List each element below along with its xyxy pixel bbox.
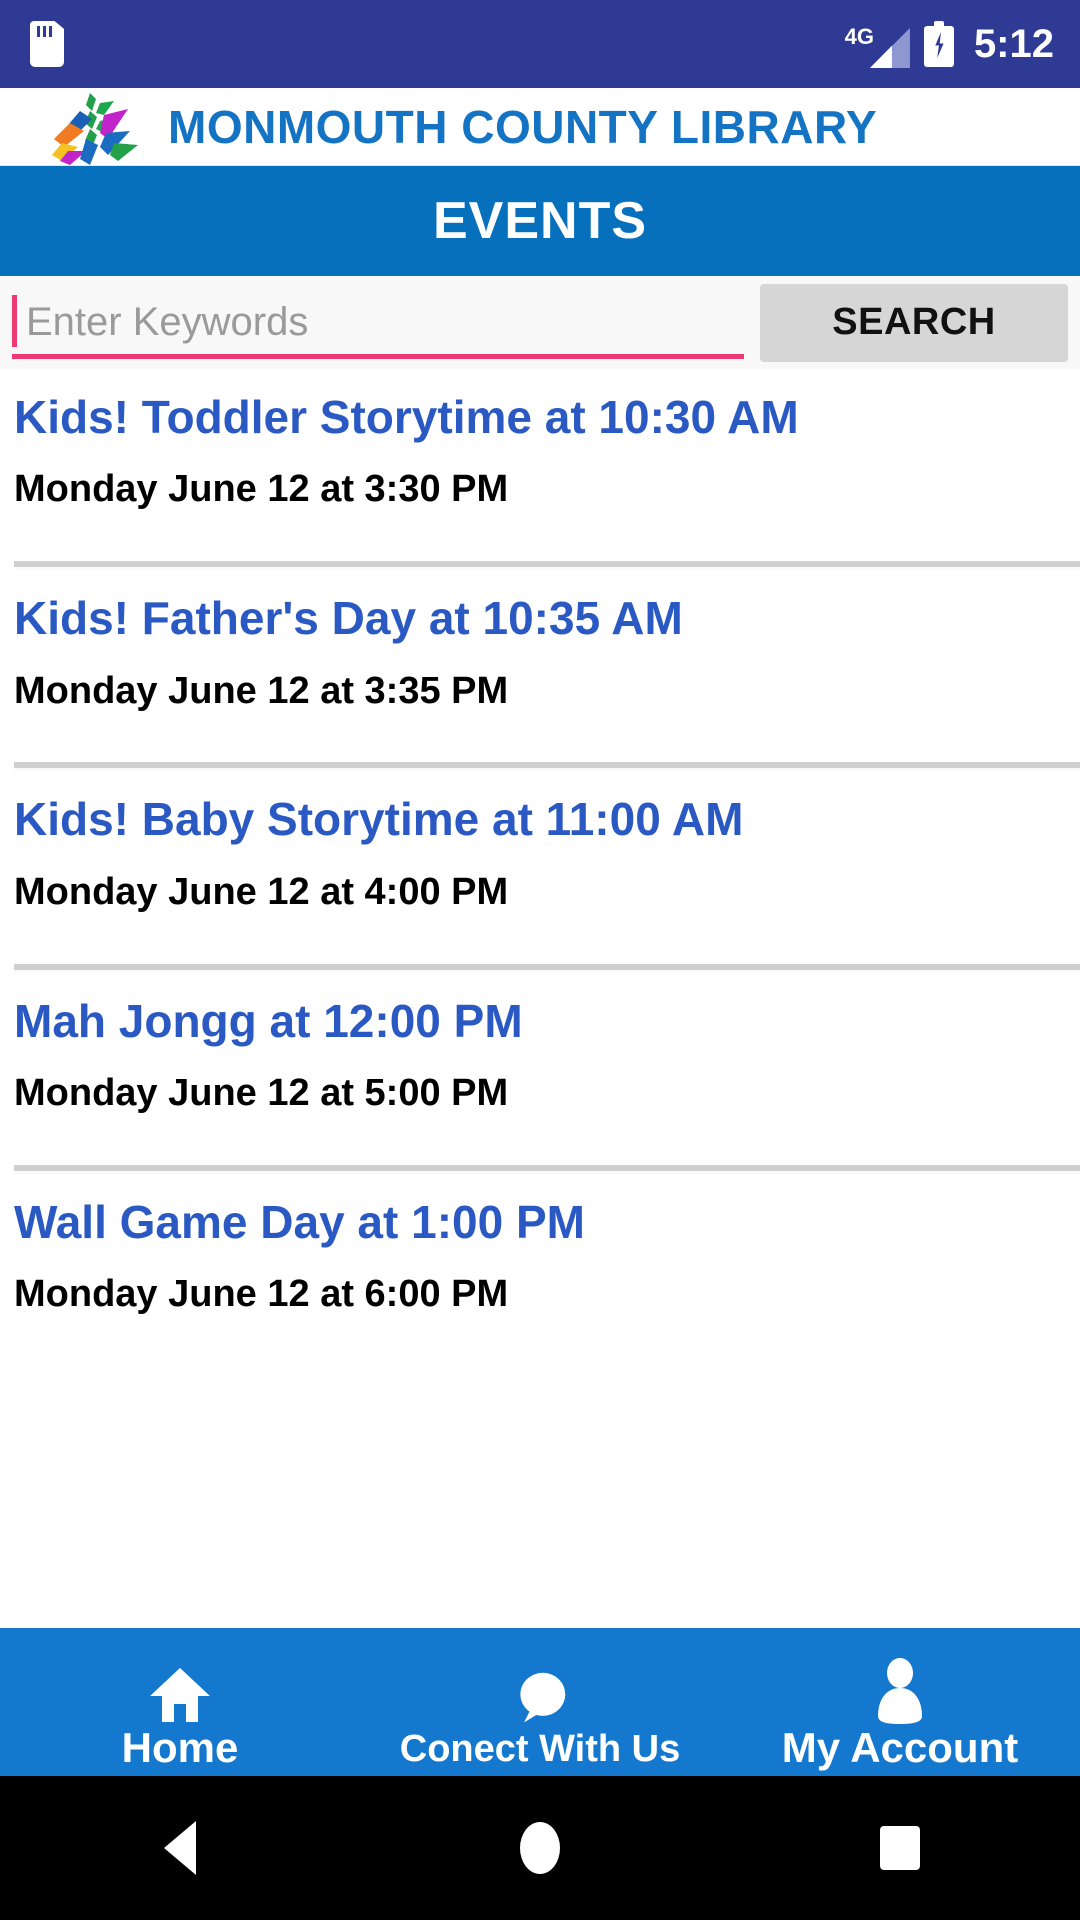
event-datetime: Monday June 12 at 5:00 PM bbox=[14, 1072, 509, 1115]
search-field-wrapper[interactable] bbox=[12, 287, 744, 359]
list-item[interactable]: Kids! Baby Storytime at 11:00 AM Monday … bbox=[0, 771, 1080, 913]
person-icon bbox=[872, 1650, 928, 1724]
event-title: Kids! Father's Day at 10:35 AM bbox=[14, 592, 683, 645]
event-datetime: Monday June 12 at 3:35 PM bbox=[14, 669, 509, 712]
list-divider bbox=[14, 561, 1080, 571]
list-item[interactable]: Kids! Toddler Storytime at 10:30 AM Mond… bbox=[0, 369, 1080, 511]
page-title: EVENTS bbox=[432, 192, 648, 250]
back-triangle-icon[interactable] bbox=[120, 1808, 240, 1888]
status-bar: 4G 5:12 bbox=[0, 0, 1080, 88]
event-title: Mah Jongg at 12:00 PM bbox=[14, 994, 523, 1047]
home-icon bbox=[148, 1650, 212, 1724]
search-input[interactable] bbox=[12, 290, 744, 355]
battery-charging-icon bbox=[923, 21, 954, 67]
search-button[interactable]: SEARCH bbox=[760, 283, 1068, 362]
event-title: Wall Game Day at 1:00 PM bbox=[14, 1195, 585, 1248]
event-datetime: Monday June 12 at 3:30 PM bbox=[14, 468, 509, 511]
list-divider bbox=[14, 1164, 1080, 1174]
list-divider bbox=[14, 963, 1080, 973]
nav-item-home[interactable]: Home bbox=[0, 1628, 360, 1776]
status-bar-right: 4G 5:12 bbox=[845, 20, 1054, 68]
nav-label: My Account bbox=[781, 1723, 1019, 1771]
status-bar-left bbox=[30, 21, 64, 67]
android-system-nav bbox=[0, 1776, 1080, 1920]
phone-screen: 4G 5:12 MONMOUTH COUNTY LIBRARY EVENTS E… bbox=[0, 0, 1080, 1920]
search-bar: SEARCH bbox=[0, 276, 1080, 369]
status-bar-clock: 5:12 bbox=[973, 22, 1054, 66]
list-item[interactable]: Wall Game Day at 1:00 PM Monday June 12 … bbox=[0, 1174, 1080, 1316]
network-indicator: 4G bbox=[845, 20, 910, 68]
list-item[interactable]: Kids! Father's Day at 10:35 AM Monday Ju… bbox=[0, 570, 1080, 712]
list-item[interactable]: Mah Jongg at 12:00 PM Monday June 12 at … bbox=[0, 973, 1080, 1115]
brand-name: MONMOUTH COUNTY LIBRARY bbox=[168, 100, 878, 153]
nav-label: Conect With Us bbox=[399, 1728, 681, 1771]
nav-item-connect-with-us[interactable]: Conect With Us bbox=[360, 1628, 720, 1776]
signal-bars-icon bbox=[869, 28, 910, 68]
brand-bar: MONMOUTH COUNTY LIBRARY bbox=[0, 88, 1080, 166]
events-list[interactable]: Kids! Toddler Storytime at 10:30 AM Mond… bbox=[0, 369, 1080, 1628]
event-datetime: Monday June 12 at 6:00 PM bbox=[14, 1273, 509, 1316]
event-datetime: Monday June 12 at 4:00 PM bbox=[14, 870, 509, 913]
bottom-navigation: Home Conect With Us My Account bbox=[0, 1628, 1080, 1776]
speech-bubble-icon bbox=[511, 1654, 569, 1728]
nav-item-my-account[interactable]: My Account bbox=[720, 1628, 1080, 1776]
monmouth-library-leaf-logo-icon bbox=[34, 89, 146, 165]
search-field-underline bbox=[12, 353, 744, 359]
nav-label: Home bbox=[121, 1723, 239, 1771]
sd-card-icon bbox=[30, 21, 64, 67]
text-caret bbox=[12, 294, 17, 347]
event-title: Kids! Toddler Storytime at 10:30 AM bbox=[14, 391, 799, 443]
page-header: EVENTS bbox=[0, 166, 1080, 276]
recents-square-icon[interactable] bbox=[840, 1808, 960, 1888]
home-circle-icon[interactable] bbox=[480, 1808, 600, 1888]
event-title: Kids! Baby Storytime at 11:00 AM bbox=[14, 793, 744, 846]
list-divider bbox=[14, 762, 1080, 772]
